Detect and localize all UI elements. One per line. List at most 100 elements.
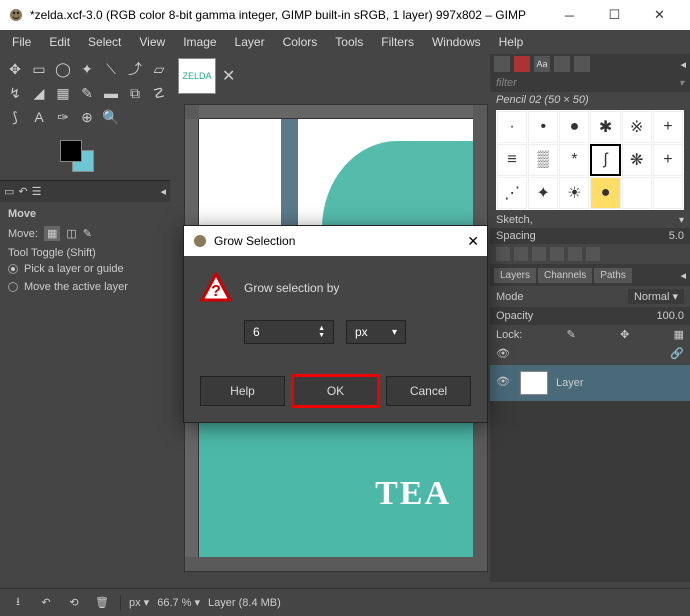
lock-alpha-icon[interactable]: ▦ — [674, 328, 684, 341]
tool-gradient-icon[interactable]: ▦ — [52, 82, 74, 104]
del-brush-icon[interactable] — [550, 247, 564, 261]
tab-layers[interactable]: Layers — [494, 268, 536, 283]
document-tab[interactable]: ZELDA ✕ — [170, 54, 490, 98]
tool-clone-icon[interactable]: ⧉ — [124, 82, 146, 104]
color-indicator[interactable] — [60, 140, 100, 172]
opacity-value[interactable]: 100.0 — [656, 310, 684, 322]
eye-icon[interactable]: 👁 — [496, 375, 512, 391]
maximize-button[interactable]: ☐ — [592, 0, 637, 30]
move-mode-selection-icon[interactable]: ✎ — [83, 227, 92, 240]
brush-item[interactable]: ※ — [622, 111, 652, 143]
ok-button[interactable]: OK — [293, 376, 378, 406]
unit-select[interactable]: px▾ — [346, 320, 406, 344]
tab-paths[interactable]: Paths — [594, 268, 632, 283]
close-button[interactable]: ✕ — [637, 0, 682, 30]
tab-menu-icon3[interactable]: ◂ — [680, 269, 686, 282]
status-delete-icon[interactable]: 🗑 — [92, 593, 112, 613]
mode-select[interactable]: Normal ▾ — [628, 289, 684, 304]
brush-item[interactable]: • — [528, 111, 558, 143]
move-mode-layer-icon[interactable]: ▦ — [44, 226, 60, 241]
status-undo-icon[interactable]: ↶ — [36, 593, 56, 613]
status-zoom[interactable]: 66.7 % ▾ — [157, 596, 200, 609]
brush-item[interactable]: + — [653, 111, 683, 143]
fg-color-swatch[interactable] — [60, 140, 82, 162]
brush-item[interactable]: ✱ — [590, 111, 620, 143]
brush-item[interactable]: * — [559, 144, 589, 176]
new-brush-icon[interactable] — [514, 247, 528, 261]
tool-eraser-icon[interactable]: ▬ — [100, 82, 122, 104]
status-reset-icon[interactable]: ⟲ — [64, 593, 84, 613]
tool-rotate-icon[interactable]: ⤴ — [124, 58, 146, 80]
brush-item[interactable] — [622, 177, 652, 209]
tool-path-icon[interactable]: ⟆ — [4, 106, 26, 128]
brush-item[interactable]: ☀ — [559, 177, 589, 209]
tool-warp-icon[interactable]: ↯ — [4, 82, 26, 104]
menu-select[interactable]: Select — [80, 33, 129, 51]
brush-item[interactable]: + — [653, 144, 683, 176]
spacing-value[interactable]: 5.0 — [669, 230, 684, 242]
layer-name[interactable]: Layer — [556, 377, 584, 389]
close-doc-icon[interactable]: ✕ — [222, 66, 235, 86]
grow-amount-input[interactable]: 6 ▲▼ — [244, 320, 334, 344]
layer-item[interactable]: 👁 Layer — [490, 365, 690, 401]
help-button[interactable]: Help — [200, 376, 285, 406]
tab-channels[interactable]: Channels — [538, 268, 592, 283]
tab-undo-icon[interactable]: ↶ — [18, 185, 27, 198]
tool-transform-icon[interactable]: ▱ — [148, 58, 170, 80]
tab-fonts-icon[interactable]: Aa — [534, 56, 550, 72]
radio-pick-layer[interactable] — [8, 264, 18, 274]
lock-pixels-icon[interactable]: ✎ — [567, 328, 576, 341]
open-brush-icon[interactable] — [586, 247, 600, 261]
tab-misc-icon[interactable] — [574, 56, 590, 72]
brush-item[interactable]: ✦ — [528, 177, 558, 209]
tool-pencil-icon[interactable]: ✎ — [76, 82, 98, 104]
lock-position-icon[interactable]: ✥ — [620, 328, 629, 341]
tool-bucket-icon[interactable]: ◢ — [28, 82, 50, 104]
status-save-icon[interactable]: ⭳ — [8, 593, 28, 613]
cancel-button[interactable]: Cancel — [386, 376, 471, 406]
menu-edit[interactable]: Edit — [41, 33, 78, 51]
brush-item[interactable]: · — [497, 111, 527, 143]
chevron-down-icon[interactable]: ▾ — [679, 215, 684, 226]
dialog-close-button[interactable]: ✕ — [467, 233, 479, 250]
brush-item[interactable]: ❋ — [622, 144, 652, 176]
brush-item[interactable]: ⋰ — [497, 177, 527, 209]
menu-filters[interactable]: Filters — [373, 33, 422, 51]
menu-help[interactable]: Help — [491, 33, 532, 51]
tab-brushes-icon[interactable] — [494, 56, 510, 72]
brush-item[interactable] — [653, 177, 683, 209]
tool-move-icon[interactable]: ✥ — [4, 58, 26, 80]
tab-patterns-icon[interactable] — [514, 56, 530, 72]
tab-menu-icon2[interactable]: ◂ — [680, 58, 686, 71]
tool-text-icon[interactable]: A — [28, 106, 50, 128]
menu-image[interactable]: Image — [175, 33, 224, 51]
menu-tools[interactable]: Tools — [327, 33, 371, 51]
menu-file[interactable]: File — [4, 33, 39, 51]
brush-item[interactable]: ● — [590, 177, 620, 209]
tab-tool-options-icon[interactable]: ▭ — [4, 185, 14, 198]
radio-move-active[interactable] — [8, 282, 18, 292]
tool-fuzzy-select-icon[interactable]: ✦ — [76, 58, 98, 80]
tab-history-icon[interactable]: ☰ — [32, 185, 42, 198]
menu-layer[interactable]: Layer — [227, 33, 273, 51]
tool-zoom-icon[interactable]: 🔍 — [100, 106, 122, 128]
tab-docs-icon[interactable] — [554, 56, 570, 72]
tab-menu-icon[interactable]: ◂ — [160, 185, 166, 198]
move-mode-path-icon[interactable]: ◫ — [66, 227, 76, 240]
tool-crop-icon[interactable]: ⟍ — [100, 58, 122, 80]
brush-item[interactable]: ▒ — [528, 144, 558, 176]
tool-measure-icon[interactable]: ⊕ — [76, 106, 98, 128]
tool-free-select-icon[interactable]: ◯ — [52, 58, 74, 80]
tool-smudge-icon[interactable]: ☡ — [148, 82, 170, 104]
edit-brush-icon[interactable] — [496, 247, 510, 261]
menu-view[interactable]: View — [131, 33, 173, 51]
menu-windows[interactable]: Windows — [424, 33, 489, 51]
status-unit[interactable]: px ▾ — [129, 596, 149, 609]
tool-colorpicker-icon[interactable]: ✑ — [52, 106, 74, 128]
brush-item[interactable]: ● — [559, 111, 589, 143]
brush-item-selected[interactable]: ʃ — [590, 144, 620, 176]
tool-rect-select-icon[interactable]: ▭ — [28, 58, 50, 80]
dup-brush-icon[interactable] — [532, 247, 546, 261]
brush-item[interactable]: ≡ — [497, 144, 527, 176]
brush-filter[interactable]: filter ▾ — [490, 74, 690, 92]
